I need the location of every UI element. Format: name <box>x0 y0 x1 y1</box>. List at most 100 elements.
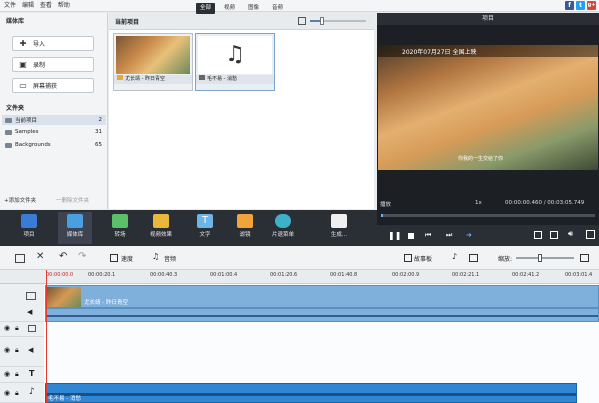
google-plus-icon[interactable]: g+ <box>587 1 596 10</box>
transition-icon <box>112 214 128 228</box>
eye-icon[interactable]: ◉ <box>4 389 10 397</box>
toolbar-transitions[interactable]: 转场 <box>103 212 137 244</box>
tab-image[interactable]: 图像 <box>244 3 263 14</box>
monitor-icon: ▭ <box>19 81 27 90</box>
eye-icon[interactable]: ◉ <box>4 346 10 354</box>
toolbar-project-label: 项目 <box>23 232 35 238</box>
split-icon[interactable] <box>15 254 25 263</box>
video-clip[interactable]: 尤长靖 - 昨日青空 <box>45 285 599 308</box>
stop-icon[interactable] <box>408 233 414 239</box>
media-library-icon <box>67 214 83 228</box>
ruler-tick-label: 00:00:40.3 <box>150 272 178 278</box>
menu-edit[interactable]: 编辑 <box>22 0 34 12</box>
text-icon: T <box>197 214 213 228</box>
folder-backgrounds[interactable]: Backgrounds 65 <box>2 140 106 150</box>
toolbar-media-library[interactable]: 媒体库 <box>58 212 92 244</box>
folder-current-project[interactable]: 当前项目 2 <box>2 115 106 125</box>
toolbar-video-effects-label: 视频效果 <box>149 232 172 238</box>
speed-label[interactable]: 速度 <box>121 254 133 263</box>
next-frame-icon[interactable]: ⏭ <box>446 231 452 240</box>
media-item-name: 毛不易 - 消愁 <box>207 76 237 82</box>
audio-note-icon[interactable]: ♫ <box>152 252 159 261</box>
lock-icon[interactable]: 🔒︎ <box>15 370 19 379</box>
delete-icon[interactable]: ✕ <box>36 251 44 262</box>
media-item-audio[interactable]: ♫ 毛不易 - 消愁 <box>195 33 275 91</box>
thumbnail-size-slider[interactable] <box>310 17 366 25</box>
track-header-2: ◉ 🔒︎ ◀ <box>0 337 44 367</box>
lock-icon[interactable]: 🔒︎ <box>15 324 19 333</box>
tab-audio[interactable]: 音频 <box>268 3 287 14</box>
playback-speed[interactable]: 1x <box>475 200 482 206</box>
timeline-ruler[interactable]: 00:00:00.0 00:00:20.1 00:00:40.3 00:01:0… <box>0 270 599 284</box>
text-track-header: ◉ 🔒︎ T <box>0 367 44 383</box>
camera-icon: ▣ <box>19 60 27 69</box>
menu-file[interactable]: 文件 <box>4 0 16 12</box>
music-track-icon: ♪ <box>29 387 35 397</box>
ruler-tick-label: 00:01:40.8 <box>330 272 358 278</box>
storyboard-icon[interactable] <box>404 254 412 262</box>
video-clip-title: 尤长靖 - 昨日青空 <box>84 300 128 306</box>
toolbar-project[interactable]: 项目 <box>12 212 46 244</box>
forward-icon[interactable]: ➜ <box>466 231 472 239</box>
folder-icon <box>5 117 12 123</box>
menu-view[interactable]: 查看 <box>40 0 52 12</box>
toolbar-video-effects[interactable]: 视频效果 <box>144 212 178 244</box>
record-label: 录制 <box>33 62 46 69</box>
video-effects-icon <box>153 214 169 228</box>
twitter-icon[interactable]: t <box>576 1 585 10</box>
snapshot-icon[interactable] <box>534 231 542 239</box>
undo-icon[interactable]: ↶ <box>59 251 67 262</box>
eye-icon[interactable]: ◉ <box>4 324 10 332</box>
music-clip[interactable]: 毛不易 - 消愁 <box>45 383 577 403</box>
thumbnail-size-icon <box>298 17 306 25</box>
folder-samples[interactable]: Samples 31 <box>2 127 106 137</box>
overlay-track-icon <box>28 325 36 332</box>
plus-icon: ✚ <box>19 39 27 48</box>
pause-icon[interactable]: ❚❚ <box>388 231 401 240</box>
voiceover-icon[interactable] <box>469 254 478 262</box>
media-item-video[interactable]: 尤长靖 - 昨日青空 <box>113 33 193 91</box>
timeline-playhead[interactable] <box>46 270 47 403</box>
eye-icon[interactable]: ◉ <box>4 370 10 378</box>
audio-mixer-icon[interactable]: ♪ <box>452 252 457 261</box>
zoom-slider[interactable] <box>516 254 574 262</box>
ruler-tick-label: 00:02:00.9 <box>392 272 420 278</box>
previous-frame-icon[interactable]: ⏮ <box>425 231 431 240</box>
screen-capture-button[interactable]: ▭ 屏幕捕获 <box>12 78 94 93</box>
music-clip-title: 毛不易 - 消愁 <box>48 396 81 402</box>
ruler-tick-label: 00:02:21.1 <box>452 272 480 278</box>
media-library-title: 媒体库 <box>6 18 25 25</box>
speed-icon[interactable] <box>110 254 118 262</box>
produce-icon <box>331 214 347 228</box>
current-project-title: 当前项目 <box>115 19 140 26</box>
audio-label[interactable]: 音频 <box>164 254 176 263</box>
toolbar-filters[interactable]: 滤镜 <box>228 212 262 244</box>
toolbar-intro-menu[interactable]: 片退菜单 <box>266 212 300 244</box>
preview-scrubber[interactable] <box>381 214 595 217</box>
tab-all[interactable]: 全部 <box>196 3 216 14</box>
video-track-header: ◀ <box>0 284 44 322</box>
storyboard-label[interactable]: 故事板 <box>414 254 432 263</box>
fullscreen-icon[interactable] <box>586 230 595 239</box>
toolbar-text[interactable]: T 文字 <box>188 212 222 244</box>
delete-folder-button[interactable]: 一删除文件夹 <box>56 196 89 207</box>
volume-icon[interactable]: 🔊︎ <box>568 229 573 239</box>
toolbar-produce-label: 生成... <box>330 232 348 238</box>
fit-timeline-icon[interactable] <box>580 254 589 262</box>
folder-icon <box>5 129 12 135</box>
video-clip-audio[interactable] <box>45 308 599 322</box>
text-track-icon: T <box>29 369 35 378</box>
record-button[interactable]: ▣ 录制 <box>12 57 94 72</box>
audio-type-icon <box>199 75 205 80</box>
redo-icon[interactable]: ↷ <box>78 251 86 262</box>
lock-icon[interactable]: 🔒︎ <box>15 346 19 355</box>
tab-video[interactable]: 视频 <box>220 3 239 14</box>
lock-icon[interactable]: 🔒︎ <box>15 389 19 398</box>
import-button[interactable]: ✚ 导入 <box>12 36 94 51</box>
add-folder-button[interactable]: +添加文件夹 <box>4 196 36 207</box>
menu-help[interactable]: 帮助 <box>58 0 70 12</box>
toolbar-media-label: 媒体库 <box>66 232 84 238</box>
detach-preview-icon[interactable] <box>550 231 558 239</box>
facebook-icon[interactable]: f <box>565 1 574 10</box>
toolbar-produce[interactable]: 生成... <box>322 212 356 244</box>
